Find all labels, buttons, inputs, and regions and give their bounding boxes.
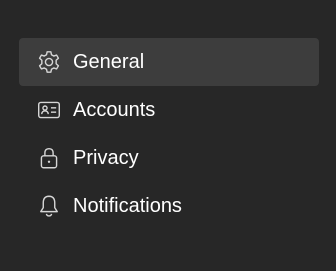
nav-item-notifications[interactable]: Notifications: [19, 182, 319, 230]
nav-item-label: Accounts: [73, 99, 156, 121]
nav-item-privacy[interactable]: Privacy: [19, 134, 319, 182]
nav-item-general[interactable]: General: [19, 38, 319, 86]
nav-item-label: Privacy: [73, 147, 139, 169]
nav-item-label: General: [73, 51, 145, 73]
nav-item-label: Notifications: [73, 195, 182, 217]
lock-icon: [36, 145, 62, 171]
settings-nav: General Accounts Privacy Notifications: [19, 38, 319, 230]
id-card-icon: [36, 97, 62, 123]
bell-icon: [36, 193, 62, 219]
nav-item-accounts[interactable]: Accounts: [19, 86, 319, 134]
gear-icon: [36, 49, 62, 75]
